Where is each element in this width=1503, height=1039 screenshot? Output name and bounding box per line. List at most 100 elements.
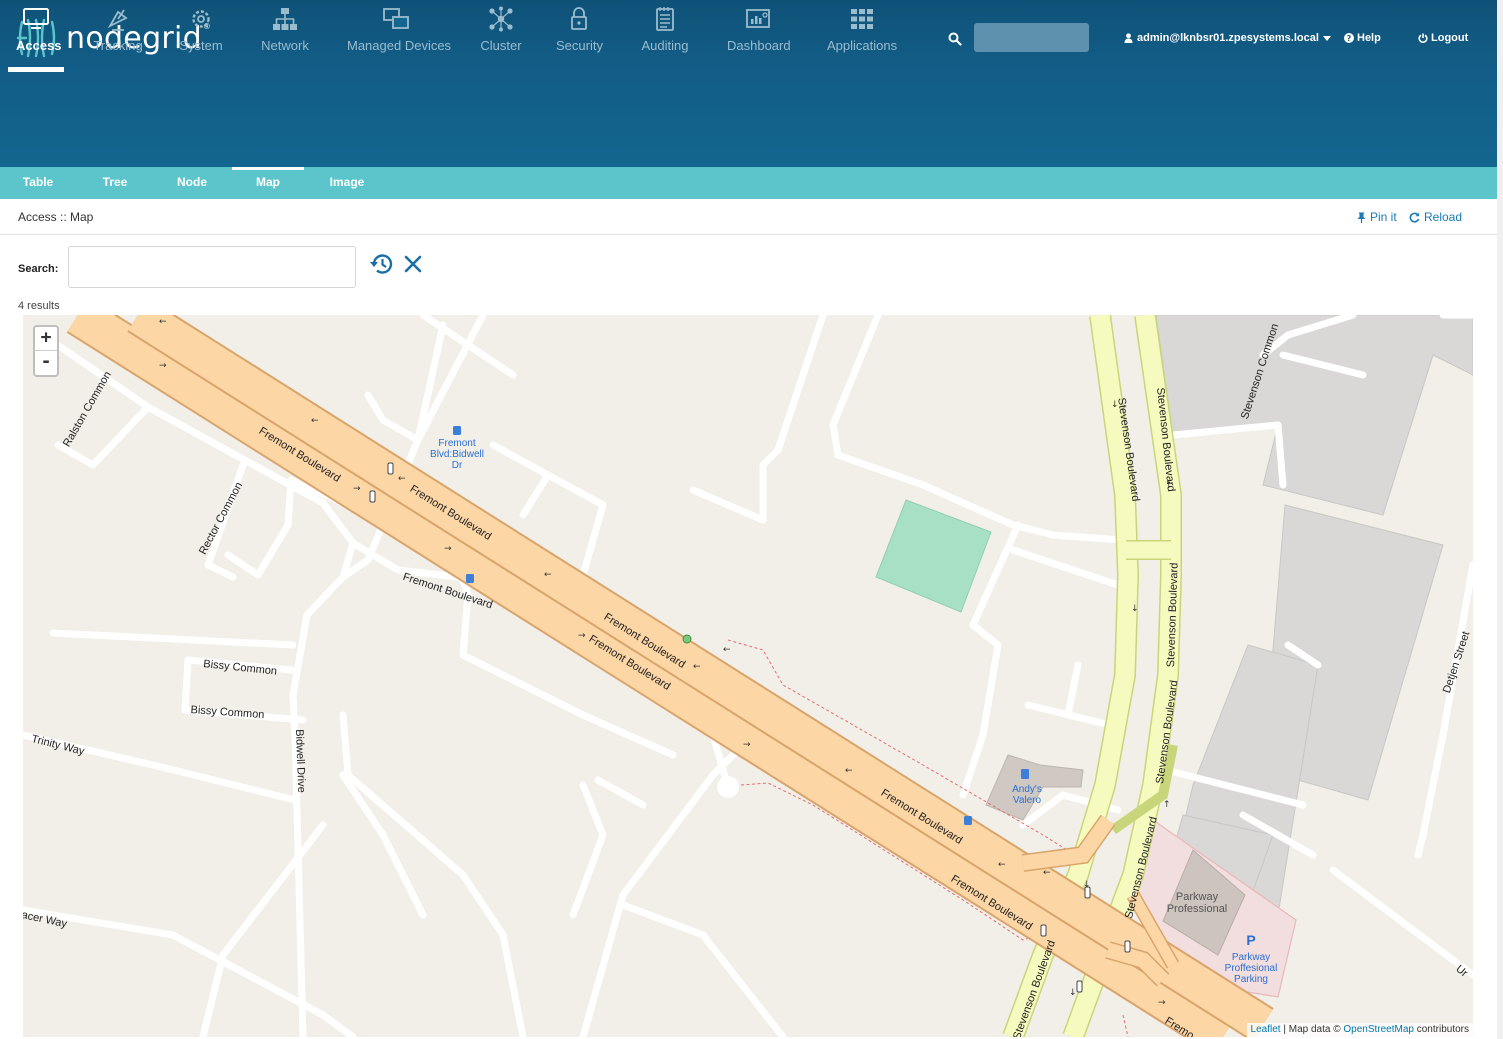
attribution-separator: | Map data ©: [1280, 1024, 1344, 1035]
pin-icon: [1357, 212, 1366, 223]
cluster-icon: [489, 6, 513, 32]
map-attribution: Leaflet | Map data © OpenStreetMap contr…: [1246, 1023, 1473, 1037]
app-window: nodegrid ® admin@lknbsr01.zpesystems.loc…: [0, 0, 1503, 1039]
map-label-bus-stop: Fremont Blvd:Bidwell Dr: [430, 438, 484, 471]
map-label-parkway-parking: Parkway Proffesional Parking: [1224, 952, 1278, 985]
map-tiles: ← → ← → ← → ← → ← → ← ← → ← ↓ ↓ ↑ ↑ ↓ ↓: [23, 315, 1473, 1037]
nav-auditing-label: Auditing: [641, 38, 689, 53]
svg-text:←: ←: [159, 317, 167, 327]
svg-text:→: →: [353, 484, 361, 494]
svg-text:→: →: [578, 631, 586, 641]
logout-label: Logout: [1431, 32, 1469, 44]
map-label-bidwell: Bidwell Drive: [293, 729, 308, 793]
nav-system[interactable]: System: [179, 0, 223, 66]
pin-it-button[interactable]: Pin it: [1357, 210, 1397, 224]
reload-button[interactable]: Reload: [1409, 210, 1462, 224]
map-view[interactable]: ← → ← → ← → ← → ← → ← ← → ← ↓ ↓ ↑ ↑ ↓ ↓: [23, 315, 1473, 1037]
svg-text:←: ←: [311, 416, 319, 426]
gear-icon: [192, 10, 210, 28]
nav-access-label: Access: [16, 38, 62, 53]
refresh-icon: [1409, 212, 1420, 223]
leaflet-link[interactable]: Leaflet: [1251, 1024, 1281, 1035]
nav-dashboard[interactable]: Dashboard: [727, 0, 791, 66]
nav-tracking-label: Tracking: [93, 38, 143, 53]
user-icon: [1124, 33, 1133, 43]
svg-text:←: ←: [693, 662, 701, 672]
svg-text:→: →: [1158, 998, 1166, 1008]
breadcrumb: Access :: Map: [18, 210, 94, 224]
reload-label: Reload: [1424, 210, 1463, 224]
lock-icon: [571, 7, 587, 30]
sub-navigation: Table Tree Node Map Image: [0, 167, 1503, 199]
svg-text:←: ←: [544, 570, 552, 580]
node-marker: [682, 634, 692, 644]
help-label: Help: [1357, 32, 1381, 44]
tab-map[interactable]: Map: [232, 167, 304, 199]
nav-system-label: System: [179, 38, 223, 53]
logout-link[interactable]: Logout: [1418, 32, 1468, 44]
svg-text:↑: ↑: [1163, 800, 1171, 810]
page-scrollbar[interactable]: [1497, 0, 1503, 1039]
svg-text:←: ←: [845, 766, 853, 776]
tab-tree[interactable]: Tree: [94, 167, 136, 199]
nav-security-label: Security: [556, 38, 603, 53]
svg-text:→: →: [743, 740, 751, 750]
nav-dashboard-label: Dashboard: [727, 38, 791, 53]
pin-it-label: Pin it: [1370, 210, 1397, 224]
tab-node[interactable]: Node: [170, 167, 214, 199]
park-area: [875, 499, 992, 613]
map-label-valero: Andy's Valero: [1012, 784, 1042, 806]
notepad-icon: [656, 7, 674, 31]
breadcrumb-bar: Access :: Map Pin it Reload: [0, 199, 1497, 235]
nav-managed-devices-label: Managed Devices: [347, 38, 452, 53]
nav-managed-devices[interactable]: Managed Devices: [347, 0, 452, 66]
zoom-in-button[interactable]: +: [35, 327, 57, 351]
svg-text:→: →: [444, 544, 452, 554]
tab-image[interactable]: Image: [322, 167, 372, 199]
dashboard-icon: [746, 9, 770, 28]
search-icon[interactable]: [948, 32, 962, 46]
nav-cluster-label: Cluster: [480, 38, 522, 53]
tab-table[interactable]: Table: [14, 167, 62, 199]
svg-text:←: ←: [998, 860, 1006, 870]
svg-text:←: ←: [723, 645, 731, 655]
osm-link[interactable]: OpenStreetMap: [1343, 1024, 1414, 1035]
caret-down-icon: [1322, 35, 1331, 41]
question-circle-icon: ?: [1344, 33, 1354, 43]
svg-text:←: ←: [1043, 868, 1051, 878]
svg-text:?: ?: [1347, 34, 1352, 43]
history-icon[interactable]: [369, 251, 395, 277]
user-menu[interactable]: admin@lknbsr01.zpesystems.local: [1124, 32, 1331, 44]
satellite-icon: [107, 9, 128, 31]
user-name: admin@lknbsr01.zpesystems.local: [1137, 32, 1319, 44]
nav-network-label: Network: [261, 38, 309, 53]
nav-cluster[interactable]: Cluster: [479, 0, 523, 66]
top-header: nodegrid ® admin@lknbsr01.zpesystems.loc…: [0, 0, 1503, 167]
results-count: 4 results: [18, 300, 60, 312]
close-icon[interactable]: [402, 253, 424, 275]
grid-icon: [851, 9, 873, 29]
nav-auditing[interactable]: Auditing: [640, 0, 690, 66]
zoom-out-button[interactable]: -: [35, 351, 57, 375]
global-search-input[interactable]: [974, 23, 1089, 52]
attribution-tail: contributors: [1413, 1024, 1469, 1035]
network-icon: [273, 8, 297, 30]
monitor-icon: [23, 8, 49, 29]
nav-security[interactable]: Security: [556, 0, 603, 66]
search-input[interactable]: [68, 246, 356, 288]
nav-network[interactable]: Network: [260, 0, 310, 66]
power-icon: [1418, 33, 1428, 43]
svg-text:→: →: [159, 361, 167, 371]
nav-access[interactable]: Access: [8, 0, 64, 72]
nav-applications[interactable]: Applications: [827, 0, 897, 66]
nav-applications-label: Applications: [827, 38, 898, 53]
svg-text:↓: ↓: [1069, 988, 1077, 998]
parking-icon: P: [1246, 932, 1256, 948]
map-label-parkway-professional: Parkway Professional: [1166, 891, 1228, 915]
svg-text:↓: ↓: [1131, 604, 1139, 614]
search-label: Search:: [18, 263, 59, 275]
nav-tracking[interactable]: Tracking: [92, 0, 144, 66]
help-link[interactable]: ? Help: [1344, 32, 1381, 44]
svg-text:←: ←: [398, 474, 406, 484]
zoom-control: + -: [33, 325, 59, 377]
